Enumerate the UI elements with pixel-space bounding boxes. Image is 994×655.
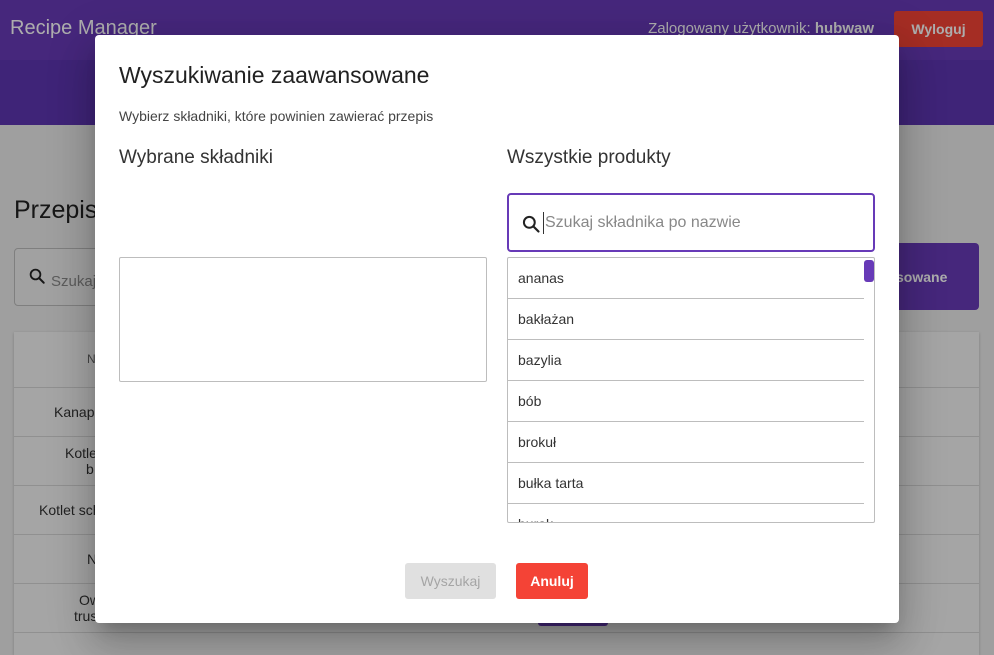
advanced-search-dialog: Wyszukiwanie zaawansowane Wybierz składn… [95, 35, 899, 623]
product-name: burak [518, 516, 553, 522]
list-item[interactable]: burak [508, 504, 864, 522]
list-item[interactable]: bazylia [508, 340, 864, 381]
product-name: bułka tarta [518, 475, 584, 491]
ingredient-search-input[interactable] [543, 212, 863, 234]
product-name: bazylia [518, 352, 562, 368]
list-item[interactable]: bakłażan [508, 299, 864, 340]
ingredient-search-field[interactable] [507, 193, 875, 252]
list-scrollbar[interactable] [864, 260, 874, 282]
product-name: brokuł [518, 434, 557, 450]
cancel-button[interactable]: Anuluj [516, 563, 588, 599]
products-list[interactable]: ananas bakłażan bazylia bób brokuł bułka… [507, 257, 875, 523]
selected-ingredients-list[interactable] [119, 257, 487, 382]
product-name: bób [518, 393, 542, 409]
list-item[interactable]: ananas [508, 258, 864, 299]
product-name: bakłażan [518, 311, 575, 327]
list-item[interactable]: bułka tarta [508, 463, 864, 504]
all-products-title: Wszystkie produkty [507, 147, 671, 168]
product-name: ananas [518, 270, 564, 286]
selected-ingredients-title: Wybrane składniki [119, 147, 274, 168]
search-icon [522, 215, 540, 233]
dialog-subtitle: Wybierz składniki, które powinien zawier… [119, 108, 434, 124]
dialog-title: Wyszukiwanie zaawansowane [119, 62, 430, 88]
list-item[interactable]: brokuł [508, 422, 864, 463]
search-button[interactable]: Wyszukaj [405, 563, 496, 599]
list-item[interactable]: bób [508, 381, 864, 422]
